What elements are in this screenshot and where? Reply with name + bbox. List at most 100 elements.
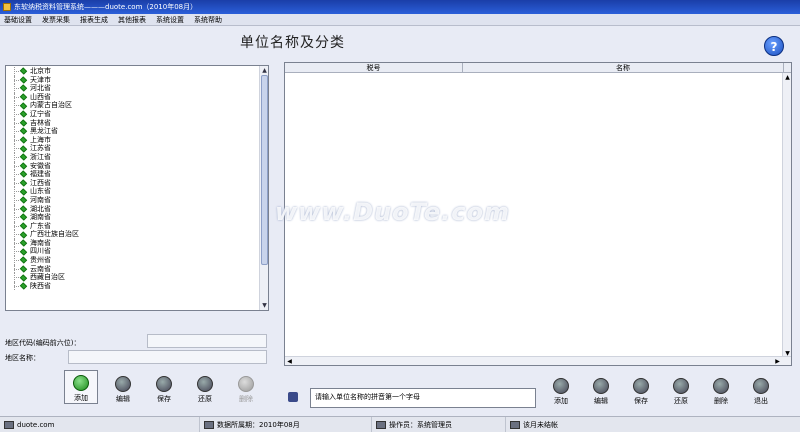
scroll-down-icon[interactable]: ▼ <box>260 301 268 310</box>
menu-item-invoice-collection[interactable]: 发票采集 <box>42 14 70 25</box>
calendar-icon <box>204 420 214 429</box>
right-delete-label: 删除 <box>714 397 728 405</box>
add-icon <box>553 378 569 394</box>
tree-item-label: 江苏省 <box>30 144 51 153</box>
left-save-button[interactable]: 保存 <box>147 372 181 406</box>
save-icon <box>156 376 172 392</box>
menu-item-report-generation[interactable]: 报表生成 <box>80 14 108 25</box>
left-edit-button[interactable]: 编辑 <box>106 372 140 406</box>
right-add-button[interactable]: 添加 <box>544 374 578 408</box>
tree-item[interactable]: 北京市 <box>14 67 268 76</box>
region-code-field[interactable] <box>147 334 267 348</box>
menu-item-system-settings[interactable]: 系统设置 <box>156 14 184 25</box>
tree-item[interactable]: 吉林省 <box>14 118 268 128</box>
tree-item[interactable]: 福建省 <box>14 170 268 179</box>
tree-item[interactable]: 广西壮族自治区 <box>14 230 268 239</box>
tree-item-label: 内蒙古自治区 <box>30 101 72 110</box>
menu-item-other-reports[interactable]: 其他报表 <box>118 14 146 25</box>
tree-node-icon <box>19 76 28 84</box>
column-header-name[interactable]: 名称 <box>463 63 784 73</box>
tree-item[interactable]: 天津市 <box>14 75 268 85</box>
region-name-field[interactable] <box>68 350 267 364</box>
tree-item-label: 福建省 <box>30 170 51 179</box>
left-restore-button[interactable]: 还原 <box>188 372 222 406</box>
tree-item[interactable]: 黑龙江省 <box>14 127 268 136</box>
status-operator-text: 操作员：系统管理员 <box>389 420 452 429</box>
status-month-text: 该月未结帐 <box>523 420 558 429</box>
tree-node-icon <box>19 162 28 170</box>
tree-item[interactable]: 山东省 <box>14 187 268 196</box>
tree-item[interactable]: 内蒙古自治区 <box>14 101 268 110</box>
tree-item[interactable]: 广东省 <box>14 221 268 231</box>
tree-node-icon <box>19 196 28 204</box>
right-delete-button[interactable]: 删除 <box>704 374 738 408</box>
tree-item[interactable]: 上海市 <box>14 135 268 145</box>
grid-scroll-left-icon[interactable]: ◀ <box>285 357 294 366</box>
grid-scroll-right-icon[interactable]: ▶ <box>773 357 782 366</box>
tree-item-label: 广东省 <box>30 221 51 230</box>
scroll-thumb[interactable] <box>261 75 268 265</box>
right-edit-label: 编辑 <box>594 397 608 405</box>
tree-node-icon <box>19 187 28 196</box>
exit-button[interactable]: 退出 <box>744 374 778 408</box>
edit-icon <box>115 376 131 392</box>
left-delete-label: 删除 <box>239 395 253 403</box>
tree-item[interactable]: 海南省 <box>14 238 268 248</box>
scroll-up-icon[interactable]: ▲ <box>260 66 268 75</box>
help-button[interactable]: ? <box>764 36 784 56</box>
menu-item-basic-settings[interactable]: 基础设置 <box>4 14 32 25</box>
status-period-text: 数据所属期：2010年08月 <box>217 420 300 429</box>
tree-item-label: 黑龙江省 <box>30 127 58 136</box>
tree-item[interactable]: 浙江省 <box>14 152 268 162</box>
left-delete-button[interactable]: 删除 <box>229 372 263 406</box>
left-edit-label: 编辑 <box>116 395 130 403</box>
tree-item[interactable]: 江苏省 <box>14 144 268 153</box>
tree-item[interactable]: 安徽省 <box>14 161 268 171</box>
save-icon <box>633 378 649 394</box>
tree-item[interactable]: 河北省 <box>14 84 268 93</box>
tree-node-icon <box>19 144 28 153</box>
grid-scroll-up-icon[interactable]: ▲ <box>783 73 792 82</box>
tree-node-icon <box>19 153 28 161</box>
tree-node-icon <box>19 230 28 239</box>
right-restore-button[interactable]: 还原 <box>664 374 698 408</box>
tree-item-label: 广西壮族自治区 <box>30 230 79 239</box>
tree-item-label: 北京市 <box>30 67 51 75</box>
tree-node-icon <box>19 127 28 136</box>
right-save-button[interactable]: 保存 <box>624 374 658 408</box>
tree-item[interactable]: 四川省 <box>14 247 268 256</box>
tree-item[interactable]: 云南省 <box>14 264 268 274</box>
tree-node-icon <box>19 119 28 127</box>
tree-item-label: 陕西省 <box>30 281 51 290</box>
tree-item[interactable]: 河南省 <box>14 195 268 205</box>
right-save-label: 保存 <box>634 397 648 405</box>
app-icon <box>3 3 11 11</box>
right-add-label: 添加 <box>554 397 568 405</box>
tree-item[interactable]: 湖南省 <box>14 213 268 222</box>
pinyin-search-input[interactable]: 请输入单位名称的拼音第一个字母 <box>310 388 536 408</box>
column-header-tax-id[interactable]: 税号 <box>285 63 463 73</box>
left-add-label: 添加 <box>74 394 88 402</box>
left-add-button[interactable]: 添加 <box>64 370 98 404</box>
exit-icon <box>753 378 769 394</box>
grid-horizontal-scrollbar[interactable]: ◀ ▶ <box>285 356 791 365</box>
tree-node-icon <box>19 282 28 290</box>
tree-node-icon <box>19 256 28 265</box>
left-restore-label: 还原 <box>198 395 212 403</box>
tree-item[interactable]: 西藏自治区 <box>14 273 268 282</box>
region-tree-list: 北京市 天津市 河北省 山西省 内蒙古自治区 辽宁省 吉林省 黑龙江省 上海市 江苏省 浙江省 安徽省… <box>6 66 268 291</box>
tree-scrollbar[interactable]: ▲ ▼ <box>259 66 268 310</box>
tree-item[interactable]: 江西省 <box>14 178 268 188</box>
tree-item[interactable]: 湖北省 <box>14 204 268 214</box>
tree-node-icon <box>19 101 28 110</box>
right-edit-button[interactable]: 编辑 <box>584 374 618 408</box>
delete-icon <box>238 376 254 392</box>
tree-node-icon <box>19 93 28 101</box>
tree-item[interactable]: 辽宁省 <box>14 109 268 119</box>
status-site-text: duote.com <box>17 420 55 429</box>
menu-bar: 基础设置 发票采集 报表生成 其他报表 系统设置 系统帮助 <box>0 14 800 26</box>
tree-item[interactable]: 贵州省 <box>14 256 268 265</box>
grid-vertical-scrollbar[interactable]: ▲ ▼ <box>782 73 791 358</box>
tree-item[interactable]: 陕西省 <box>14 281 268 291</box>
menu-item-system-help[interactable]: 系统帮助 <box>194 14 222 25</box>
